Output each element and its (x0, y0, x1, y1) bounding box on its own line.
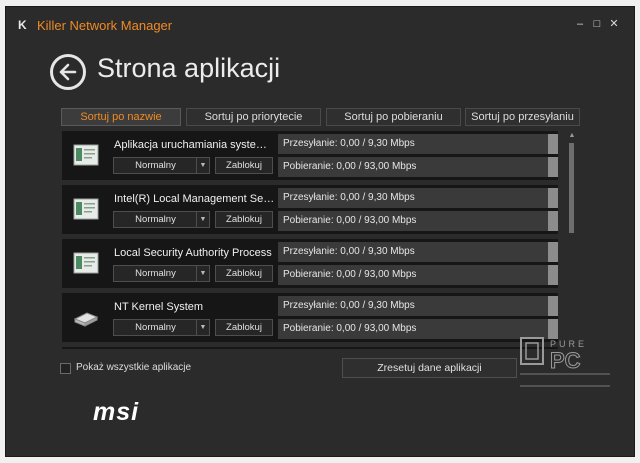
app-name: Intel(R) Local Management Serv... (114, 193, 276, 205)
app-window-icon (73, 252, 99, 274)
application-list: Aplikacja uruchamiania systemu... Normal… (62, 131, 558, 349)
upload-rate: Przesyłanie: 0,00 / 9,30 Mbps (278, 242, 548, 262)
show-all-apps-label: Pokaż wszystkie aplikacje (76, 362, 192, 373)
killer-network-manager-window: K Killer Network Manager – □ ✕ Strona ap… (5, 6, 635, 457)
download-limit-button[interactable] (548, 157, 558, 177)
show-all-apps-checkbox[interactable] (60, 363, 71, 374)
block-button[interactable]: Zablokuj (215, 211, 273, 228)
block-button[interactable]: Zablokuj (215, 265, 273, 282)
app-row: Aplikacja uruchamiania systemu... Normal… (62, 131, 558, 180)
upload-limit-button[interactable] (548, 296, 558, 316)
app-name: Aplikacja uruchamiania systemu... (114, 139, 276, 151)
block-button[interactable]: Zablokuj (215, 157, 273, 174)
upload-rate: Przesyłanie: 0,00 / 9,30 Mbps (278, 296, 548, 316)
tab-sort-by-name[interactable]: Sortuj po nazwie (61, 108, 181, 126)
svg-text:PC: PC (550, 348, 581, 373)
download-rate: Pobieranie: 0,00 / 93,00 Mbps (278, 319, 548, 339)
hardware-drive-icon (73, 312, 99, 327)
app-row: Local Security Authority Process Normaln… (62, 239, 558, 288)
download-rate: Pobieranie: 0,00 / 93,00 Mbps (278, 211, 548, 231)
reset-app-data-button[interactable]: Zresetuj dane aplikacji (342, 358, 517, 378)
priority-value: Normalny (135, 214, 176, 225)
download-limit-button[interactable] (548, 265, 558, 285)
upload-rate: Przesyłanie: 0,00 / 9,30 Mbps (278, 134, 548, 154)
priority-dropdown[interactable]: Normalny ▼ (113, 211, 210, 228)
download-rate: Pobieranie: 0,00 / 93,00 Mbps (278, 157, 548, 177)
priority-dropdown[interactable]: Normalny ▼ (113, 265, 210, 282)
window-title: Killer Network Manager (37, 18, 173, 33)
scroll-thumb[interactable] (569, 143, 574, 233)
title-bar: K Killer Network Manager – □ ✕ (6, 7, 634, 41)
msi-logo: msi (93, 399, 139, 425)
killer-logo-icon: K (18, 18, 27, 32)
minimize-button[interactable]: – (574, 18, 586, 30)
upload-limit-button[interactable] (548, 242, 558, 262)
purepc-watermark-icon: PURE PC (520, 337, 610, 387)
priority-value: Normalny (135, 160, 176, 171)
app-name: Local Security Authority Process (114, 247, 272, 259)
chevron-down-icon[interactable]: ▼ (196, 266, 209, 281)
chevron-down-icon[interactable]: ▼ (196, 212, 209, 227)
app-name: NT Kernel System (114, 301, 204, 313)
priority-value: Normalny (135, 268, 176, 279)
tab-sort-by-priority[interactable]: Sortuj po priorytecie (186, 108, 321, 126)
upload-limit-button[interactable] (548, 188, 558, 208)
app-row: Intel(R) Local Management Serv... Normal… (62, 185, 558, 234)
maximize-button[interactable]: □ (591, 18, 603, 30)
priority-dropdown[interactable]: Normalny ▼ (113, 157, 210, 174)
app-row: NT Kernel System Normalny ▼ Zablokuj Prz… (62, 293, 558, 342)
priority-value: Normalny (135, 322, 176, 333)
chevron-down-icon[interactable]: ▼ (196, 158, 209, 173)
app-window-icon (73, 144, 99, 166)
scroll-up-icon[interactable]: ▲ (567, 131, 577, 140)
msi-logo-text: msi (93, 399, 139, 425)
close-button[interactable]: ✕ (608, 18, 620, 30)
block-button[interactable]: Zablokuj (215, 319, 273, 336)
upload-limit-button[interactable] (548, 134, 558, 154)
app-window-icon (73, 198, 99, 220)
upload-rate: Przesyłanie: 0,00 / 9,30 Mbps (278, 188, 548, 208)
back-button[interactable] (50, 54, 86, 90)
tab-sort-by-download[interactable]: Sortuj po pobieraniu (326, 108, 461, 126)
vertical-scrollbar[interactable]: ▲ (567, 131, 577, 351)
tab-sort-by-upload[interactable]: Sortuj po przesyłaniu (465, 108, 580, 126)
app-row (62, 347, 558, 349)
priority-dropdown[interactable]: Normalny ▼ (113, 319, 210, 336)
download-limit-button[interactable] (548, 211, 558, 231)
download-rate: Pobieranie: 0,00 / 93,00 Mbps (278, 265, 548, 285)
back-arrow-icon (59, 63, 77, 81)
chevron-down-icon[interactable]: ▼ (196, 320, 209, 335)
page-title: Strona aplikacji (97, 53, 281, 83)
